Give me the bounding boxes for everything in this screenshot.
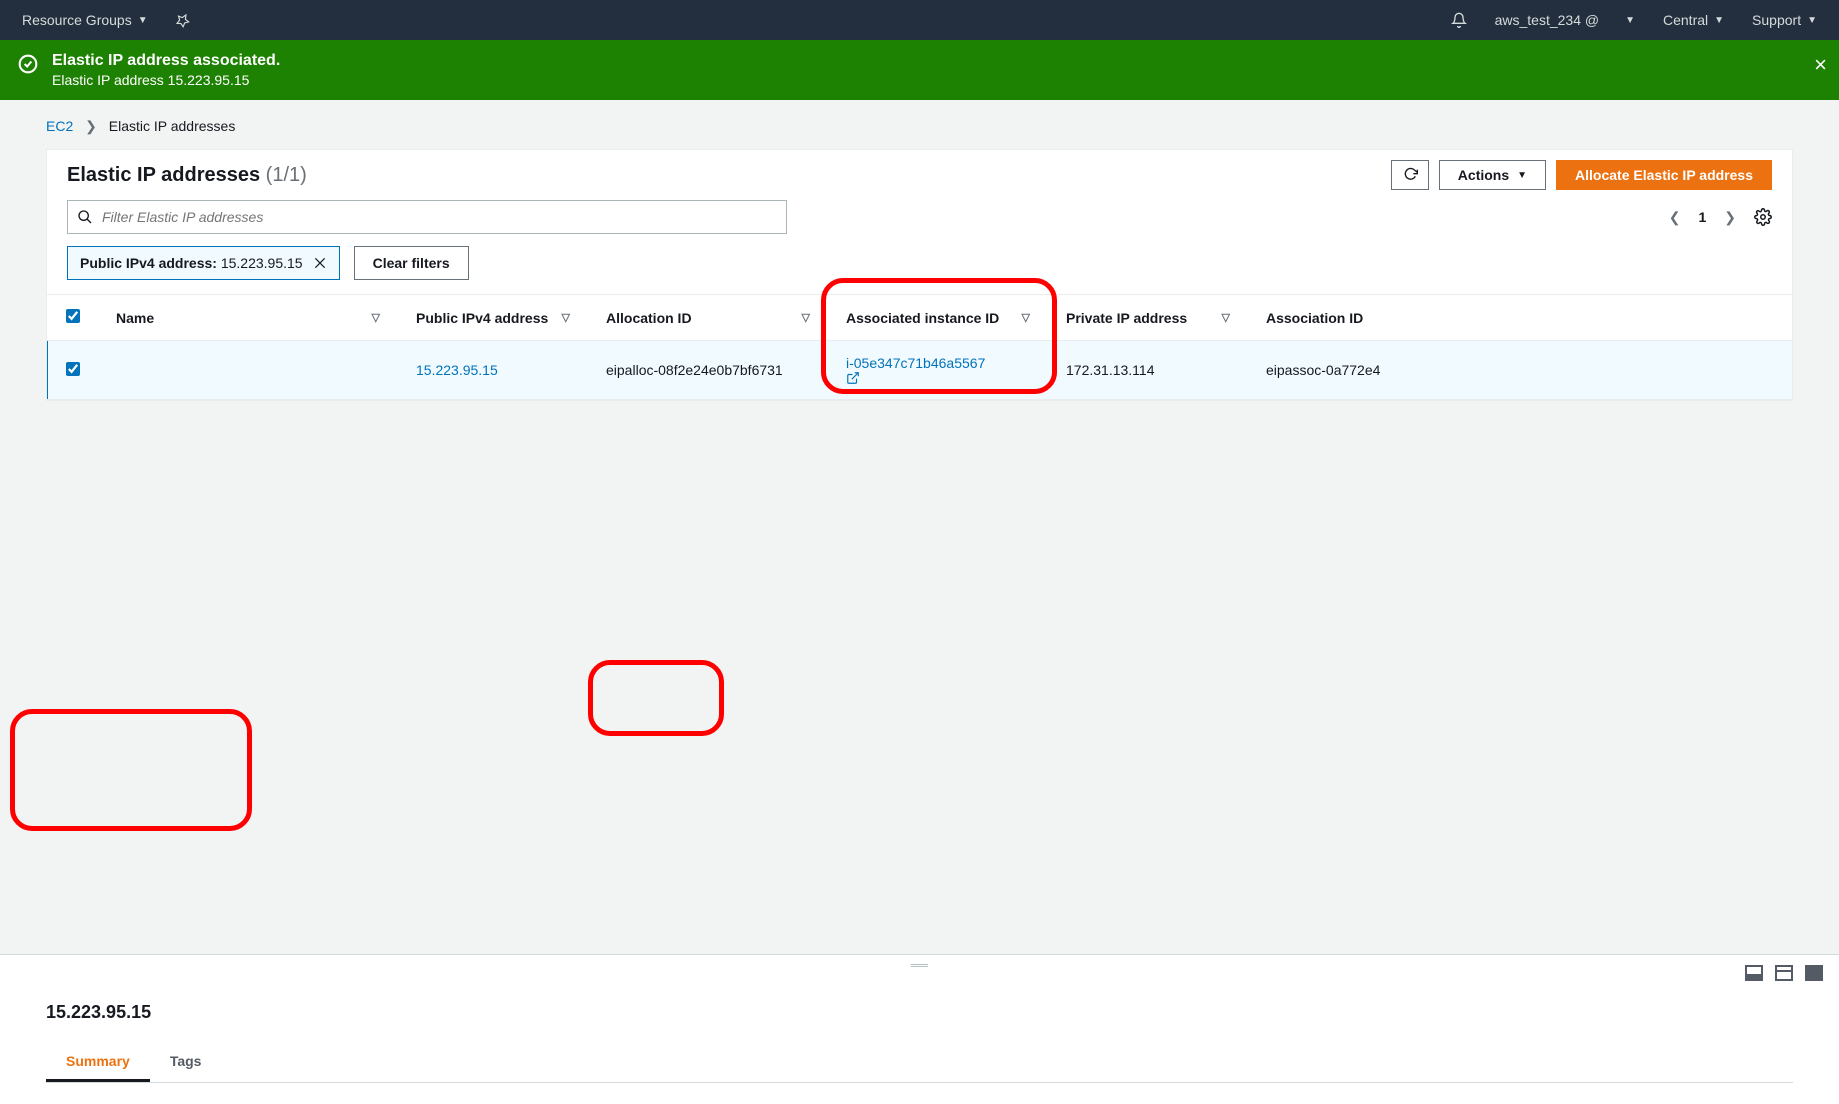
clear-filters-button[interactable]: Clear filters <box>354 246 469 280</box>
col-allocation-id[interactable]: Allocation ID <box>606 310 692 326</box>
cell-private-ip: 172.31.13.114 <box>1048 341 1248 400</box>
resource-groups-label: Resource Groups <box>22 12 132 28</box>
external-link-icon[interactable] <box>846 371 1030 385</box>
top-navigation: Resource Groups ▼ aws_test_234 @ ▼ Centr… <box>0 0 1839 40</box>
next-page-button[interactable]: ❯ <box>1720 205 1740 230</box>
cell-instance-link[interactable]: i-05e347c71b46a5567 <box>846 355 985 371</box>
notifications-button[interactable] <box>1441 12 1477 28</box>
flash-title: Elastic IP address associated. <box>52 52 280 70</box>
detail-panel: ══ 15.223.95.15 Summary Tags <box>0 954 1839 1104</box>
bell-icon <box>1451 12 1467 28</box>
elastic-ip-panel: Elastic IP addresses (1/1) Actions ▼ All… <box>46 149 1793 401</box>
col-association-id[interactable]: Association ID <box>1266 310 1363 326</box>
row-checkbox[interactable] <box>66 362 80 376</box>
caret-down-icon: ▼ <box>1625 15 1635 26</box>
pin-button[interactable] <box>166 13 200 27</box>
allocate-eip-button[interactable]: Allocate Elastic IP address <box>1556 160 1772 190</box>
clear-filters-label: Clear filters <box>373 255 450 271</box>
region-label: Central <box>1663 12 1708 28</box>
panel-title-count: (1/1) <box>266 164 307 186</box>
region-menu[interactable]: Central ▼ <box>1653 12 1734 28</box>
col-private-ip[interactable]: Private IP address <box>1066 310 1187 326</box>
chevron-right-icon: ❯ <box>85 118 97 134</box>
close-icon <box>313 256 327 270</box>
layout-full-button[interactable] <box>1805 965 1823 981</box>
remove-filter-button[interactable] <box>313 256 327 270</box>
cell-association-id: eipassoc-0a772e4 <box>1248 341 1792 400</box>
detail-tabs: Summary Tags <box>46 1043 1793 1083</box>
col-associated-instance[interactable]: Associated instance ID <box>846 310 999 326</box>
support-label: Support <box>1752 12 1801 28</box>
col-public-ip[interactable]: Public IPv4 address <box>416 310 548 326</box>
highlight-annotation <box>588 660 724 736</box>
cell-public-ip-link[interactable]: 15.223.95.15 <box>416 362 498 378</box>
caret-down-icon: ▼ <box>1807 15 1817 26</box>
sort-icon[interactable]: ▽ <box>562 311 570 324</box>
filter-input[interactable] <box>67 200 787 234</box>
sort-icon[interactable]: ▽ <box>372 311 380 324</box>
allocate-label: Allocate Elastic IP address <box>1575 167 1753 183</box>
refresh-button[interactable] <box>1391 160 1429 190</box>
flash-close-button[interactable]: × <box>1814 52 1827 78</box>
layout-split-button[interactable] <box>1775 965 1793 981</box>
tab-summary[interactable]: Summary <box>46 1043 150 1082</box>
panel-title: Elastic IP addresses (1/1) <box>67 164 307 187</box>
caret-down-icon: ▼ <box>1714 15 1724 26</box>
breadcrumb: EC2 ❯ Elastic IP addresses <box>0 100 1839 149</box>
tab-tags[interactable]: Tags <box>150 1043 222 1082</box>
layout-bottom-button[interactable] <box>1745 965 1763 981</box>
prev-page-button[interactable]: ❮ <box>1665 205 1685 230</box>
check-circle-icon <box>18 54 38 74</box>
elastic-ip-table: Name ▽ Public IPv4 address ▽ Allocation ID… <box>47 295 1792 400</box>
sort-icon[interactable]: ▽ <box>1022 311 1030 324</box>
resize-handle[interactable]: ══ <box>0 955 1839 972</box>
breadcrumb-root-link[interactable]: EC2 <box>46 118 73 134</box>
account-label: aws_test_234 @ <box>1495 12 1600 28</box>
col-name[interactable]: Name <box>116 310 154 326</box>
success-flash: Elastic IP address associated. Elastic I… <box>0 40 1839 100</box>
cell-allocation-id: eipalloc-08f2e24e0b7bf6731 <box>588 341 828 400</box>
refresh-icon <box>1402 167 1418 183</box>
breadcrumb-current: Elastic IP addresses <box>109 118 236 134</box>
account-menu[interactable]: aws_test_234 @ ▼ <box>1485 12 1645 28</box>
sort-icon[interactable]: ▽ <box>1222 311 1230 324</box>
caret-down-icon: ▼ <box>138 15 148 26</box>
select-all-checkbox[interactable] <box>66 309 80 323</box>
caret-down-icon: ▼ <box>1517 170 1527 181</box>
pin-icon <box>173 10 192 29</box>
support-menu[interactable]: Support ▼ <box>1742 12 1827 28</box>
cell-name <box>98 341 398 400</box>
table-row[interactable]: 15.223.95.15 eipalloc-08f2e24e0b7bf6731 … <box>48 341 1793 400</box>
actions-label: Actions <box>1458 167 1509 183</box>
search-icon <box>77 209 93 225</box>
panel-title-text: Elastic IP addresses <box>67 164 260 186</box>
gear-icon <box>1754 208 1772 226</box>
detail-title: 15.223.95.15 <box>46 1002 1793 1023</box>
sort-icon[interactable]: ▽ <box>802 311 810 324</box>
filter-chip-value: 15.223.95.15 <box>221 255 303 271</box>
resource-groups-menu[interactable]: Resource Groups ▼ <box>12 12 158 28</box>
filter-chip[interactable]: Public IPv4 address: 15.223.95.15 <box>67 246 340 280</box>
filter-chip-key: Public IPv4 address: <box>80 255 217 271</box>
page-number: 1 <box>1698 209 1706 225</box>
settings-button[interactable] <box>1754 208 1772 226</box>
flash-subtitle: Elastic IP address 15.223.95.15 <box>52 72 280 88</box>
actions-dropdown[interactable]: Actions ▼ <box>1439 160 1546 190</box>
highlight-annotation <box>10 709 252 831</box>
